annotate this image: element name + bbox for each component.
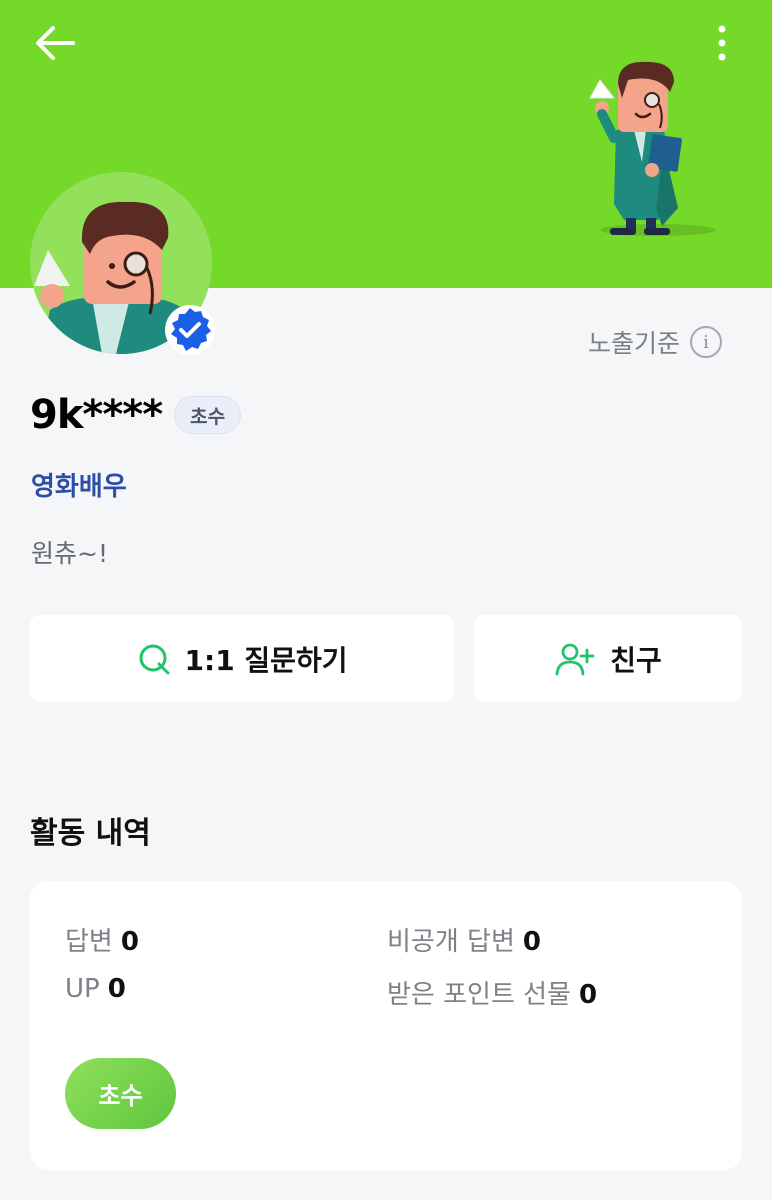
add-friend-icon [555,643,595,675]
more-vertical-icon [718,25,726,61]
stat-label: 받은 포인트 선물 [387,980,571,1010]
stat-received-point-gifts: 받은 포인트 선물 0 [387,974,597,1011]
activity-section-title: 활동 내역 [30,816,151,851]
stat-value: 0 [120,927,139,957]
stat-label: 비공개 답변 [387,927,515,957]
arrow-left-icon [36,26,75,60]
info-icon: i [690,326,723,358]
user-title-link[interactable]: 영화배우 [31,466,127,503]
stat-up: UP 0 [65,974,126,1004]
stat-value: 0 [522,927,541,957]
exposure-criteria-label: 노출기준 [588,329,681,358]
grade-badge: 초수 [174,396,242,434]
profile-avatar-container [30,172,215,355]
profile-bio: 원츄~! [31,539,108,568]
nickname: 9k**** [30,392,163,438]
q-question-icon [139,644,170,674]
ask-question-label: 1:1 질문하기 [184,643,348,677]
stat-label: 답변 [65,927,113,957]
back-button[interactable] [30,20,80,66]
nickname-row: 9k**** 초수 [30,392,242,438]
verified-check-icon [165,305,215,355]
ask-question-button[interactable]: 1:1 질문하기 [30,615,454,702]
mascot-illustration [589,61,716,236]
activity-card: 답변 0 비공개 답변 0 UP 0 받은 포인트 선물 0 초수 [30,881,742,1170]
stat-value: 0 [107,974,126,1004]
stat-answers: 답변 0 [65,921,139,958]
add-friend-button[interactable]: 친구 [474,615,742,702]
add-friend-label: 친구 [610,643,662,677]
stat-private-answers: 비공개 답변 0 [387,921,541,958]
level-badge[interactable]: 초수 [65,1058,176,1129]
stat-label: UP [65,974,100,1004]
exposure-criteria-link[interactable]: 노출기준 i [588,322,723,362]
stat-value: 0 [578,980,598,1010]
